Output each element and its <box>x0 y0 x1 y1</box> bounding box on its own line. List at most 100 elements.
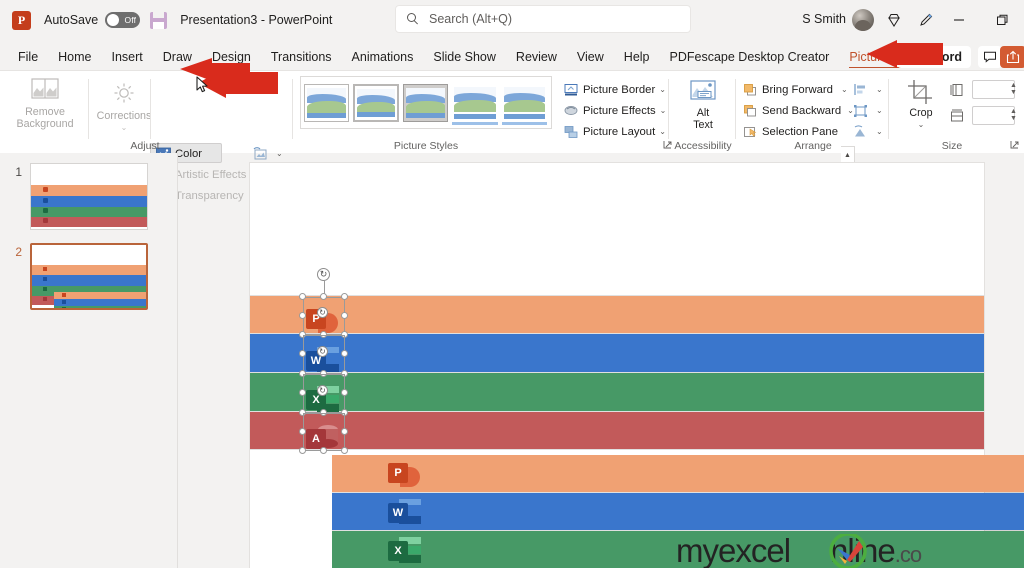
shape-height-input[interactable] <box>972 80 1015 99</box>
bar-green-2[interactable] <box>332 531 1024 568</box>
lower-picture-group[interactable]: P W X <box>332 455 1024 568</box>
bar-green[interactable] <box>250 373 984 411</box>
ribbon-group-picture-styles: ▲ ▼ ▼ Picture Border ⌄ Picture Effects ⌄ <box>296 71 855 199</box>
group-button[interactable]: ⌄ <box>853 101 883 120</box>
picture-styles-gallery[interactable] <box>300 76 552 129</box>
group-title-accessibility: Accessibility <box>674 140 732 152</box>
word-icon-2-letter: W <box>388 503 408 523</box>
tab-review[interactable]: Review <box>506 47 567 67</box>
selection-pane-button[interactable]: Selection Pane <box>743 122 838 141</box>
bar-blue[interactable] <box>250 334 984 372</box>
tab-pdfescape-desktop-creator[interactable]: PDFescape Desktop Creator <box>660 47 840 67</box>
tab-home[interactable]: Home <box>48 47 101 67</box>
rotate-handle-icon[interactable]: ↻ <box>317 268 330 281</box>
rotate-handle-icon[interactable]: ↻ <box>317 346 328 357</box>
save-icon[interactable] <box>150 11 168 29</box>
picture-layout-chevron-down-icon[interactable]: ⌄ <box>659 127 666 136</box>
picture-effects-button[interactable]: Picture Effects ⌄ <box>564 101 666 120</box>
restore-icon[interactable] <box>992 10 1012 30</box>
bar-blue-2[interactable] <box>332 493 1024 530</box>
powerpoint-icon-2[interactable]: P <box>388 463 422 487</box>
search-box[interactable]: Search (Alt+Q) <box>395 5 691 33</box>
resize-handle[interactable] <box>320 447 327 454</box>
tab-file[interactable]: File <box>8 47 48 67</box>
remove-background-button[interactable]: Remove Background <box>10 77 80 130</box>
minimize-icon[interactable] <box>949 10 969 30</box>
resize-handle[interactable] <box>299 293 306 300</box>
resize-handle[interactable] <box>341 447 348 454</box>
group-title-arrange: Arrange <box>794 140 832 152</box>
picture-style-5[interactable] <box>501 83 548 122</box>
slide-preview-2[interactable] <box>30 243 148 310</box>
resize-handle[interactable] <box>341 389 348 396</box>
picture-effects-chevron-down-icon[interactable]: ⌄ <box>660 106 667 115</box>
shape-height-spin-up[interactable]: ▲ <box>1010 82 1017 89</box>
alt-text-button[interactable]: Alt Text <box>679 79 727 131</box>
tab-view[interactable]: View <box>567 47 614 67</box>
slide-thumbnail-1[interactable]: 1 <box>5 163 148 230</box>
slide-preview-1[interactable] <box>30 163 148 230</box>
rotate-button[interactable]: ⌄ <box>853 122 883 141</box>
align-button[interactable]: ⌄ <box>853 80 883 99</box>
resize-handle[interactable] <box>320 293 327 300</box>
slide-thumbnail-pane[interactable]: 1 2 <box>0 153 178 568</box>
picture-style-1[interactable] <box>304 83 350 122</box>
autosave-toggle[interactable]: Off <box>105 12 141 28</box>
tab-transitions[interactable]: Transitions <box>261 47 342 67</box>
selection-pane-icon <box>743 125 758 139</box>
corrections-button[interactable]: Corrections ⌄ <box>94 81 154 134</box>
send-backward-button[interactable]: Send Backward ⌄ <box>743 101 854 120</box>
resize-handle[interactable] <box>341 293 348 300</box>
rotate-handle-icon[interactable]: ↻ <box>317 385 328 396</box>
resize-handle[interactable] <box>299 350 306 357</box>
picture-border-chevron-down-icon[interactable]: ⌄ <box>659 85 666 94</box>
crop-chevron-down-icon[interactable]: ⌄ <box>918 119 925 131</box>
shape-width-input[interactable] <box>972 106 1015 125</box>
pen-icon[interactable] <box>916 10 936 30</box>
picture-style-4[interactable] <box>452 83 498 122</box>
avatar[interactable] <box>852 9 874 31</box>
resize-handle[interactable] <box>341 428 348 435</box>
align-chevron-down-icon[interactable]: ⌄ <box>876 85 883 94</box>
resize-handle[interactable] <box>299 428 306 435</box>
transparency-label: Transparency <box>175 189 244 202</box>
picture-style-2[interactable] <box>353 83 399 122</box>
tab-insert[interactable]: Insert <box>102 47 153 67</box>
shape-height-spinner[interactable]: ▲ ▼ <box>1010 82 1017 96</box>
word-icon-2[interactable]: W <box>388 499 422 525</box>
bring-forward-button[interactable]: Bring Forward ⌄ <box>743 80 848 99</box>
resize-handle[interactable] <box>299 447 306 454</box>
resize-handle[interactable] <box>341 312 348 319</box>
tab-help[interactable]: Help <box>614 47 660 67</box>
excel-icon-2[interactable]: X <box>388 537 422 563</box>
bar-red[interactable] <box>250 412 984 449</box>
group-chevron-down-icon[interactable]: ⌄ <box>876 106 883 115</box>
slide-thumbnail-2[interactable]: 2 <box>5 243 148 310</box>
group-title-picture-styles: Picture Styles <box>393 140 459 152</box>
share-button[interactable] <box>1000 46 1024 68</box>
diamond-icon[interactable] <box>884 10 904 30</box>
tab-animations[interactable]: Animations <box>342 47 424 67</box>
comments-button[interactable] <box>978 46 1002 68</box>
bring-forward-chevron-down-icon[interactable]: ⌄ <box>841 85 848 94</box>
bar-orange[interactable] <box>250 296 984 333</box>
rotate-handle-icon[interactable]: ↻ <box>317 307 328 318</box>
share-icon <box>1006 50 1020 64</box>
picture-style-3[interactable] <box>402 83 449 122</box>
selection-box-4[interactable] <box>303 413 345 451</box>
shape-height-spin-down[interactable]: ▼ <box>1010 89 1017 96</box>
rotate-chevron-down-icon[interactable]: ⌄ <box>876 127 883 136</box>
bar-orange-2[interactable] <box>332 455 1024 492</box>
picture-layout-button[interactable]: Picture Layout ⌄ <box>564 122 666 141</box>
crop-button[interactable]: Crop ⌄ <box>898 79 944 131</box>
shape-width-spin-down[interactable]: ▼ <box>1010 115 1017 122</box>
tab-slide-show[interactable]: Slide Show <box>423 47 506 67</box>
shape-width-spin-up[interactable]: ▲ <box>1010 108 1017 115</box>
corrections-chevron-down-icon[interactable]: ⌄ <box>121 122 128 134</box>
picture-border-button[interactable]: Picture Border ⌄ <box>564 80 666 99</box>
resize-handle[interactable] <box>341 350 348 357</box>
resize-handle[interactable] <box>299 389 306 396</box>
autosave-state-label: Off <box>124 15 137 25</box>
shape-width-spinner[interactable]: ▲ ▼ <box>1010 108 1017 122</box>
resize-handle[interactable] <box>299 312 306 319</box>
